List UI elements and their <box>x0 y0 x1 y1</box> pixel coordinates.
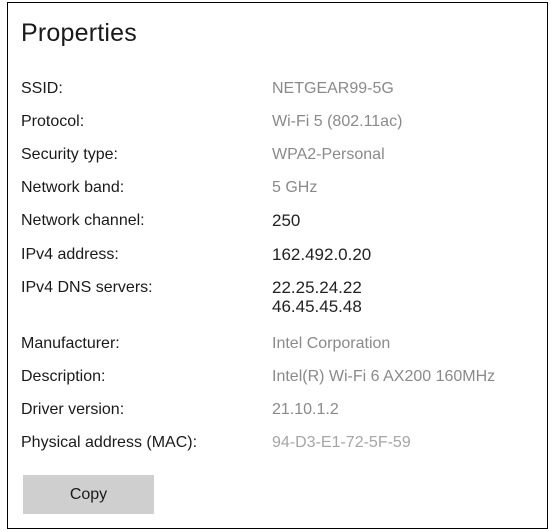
property-label: Description: <box>21 368 106 385</box>
property-label: Driver version: <box>21 401 125 418</box>
property-value: WPA2-Personal <box>272 146 385 163</box>
property-value: Intel(R) Wi-Fi 6 AX200 160MHz <box>272 368 496 385</box>
panel-title: Properties <box>21 19 137 47</box>
properties-panel: Properties SSID: NETGEAR99-5G Protocol: … <box>7 2 548 529</box>
property-value: 94-D3-E1-72-5F-59 <box>272 434 411 451</box>
property-label: IPv4 DNS servers: <box>21 279 153 296</box>
property-value: 250 <box>272 211 301 230</box>
dns-server-value: 22.25.24.22 <box>272 278 362 297</box>
property-value: Wi-Fi 5 (802.11ac) <box>272 113 403 130</box>
dns-server-value: 46.45.45.48 <box>272 297 362 316</box>
property-label: Physical address (MAC): <box>21 434 198 451</box>
property-value: 162.492.0.20 <box>272 245 372 264</box>
property-label: Protocol: <box>21 113 85 130</box>
property-value-list: 22.25.24.22 46.45.45.48 <box>272 278 362 316</box>
property-label: Manufacturer: <box>21 335 120 352</box>
property-value: 5 GHz <box>272 179 318 196</box>
property-value: 21.10.1.2 <box>272 401 339 418</box>
property-label: Network channel: <box>21 212 145 229</box>
property-label: SSID: <box>21 80 63 97</box>
property-label: Network band: <box>21 179 125 196</box>
property-value: Intel Corporation <box>272 335 391 352</box>
property-label: IPv4 address: <box>21 246 119 263</box>
property-label: Security type: <box>21 146 118 163</box>
copy-button[interactable]: Copy <box>23 475 154 514</box>
property-value: NETGEAR99-5G <box>272 80 394 97</box>
